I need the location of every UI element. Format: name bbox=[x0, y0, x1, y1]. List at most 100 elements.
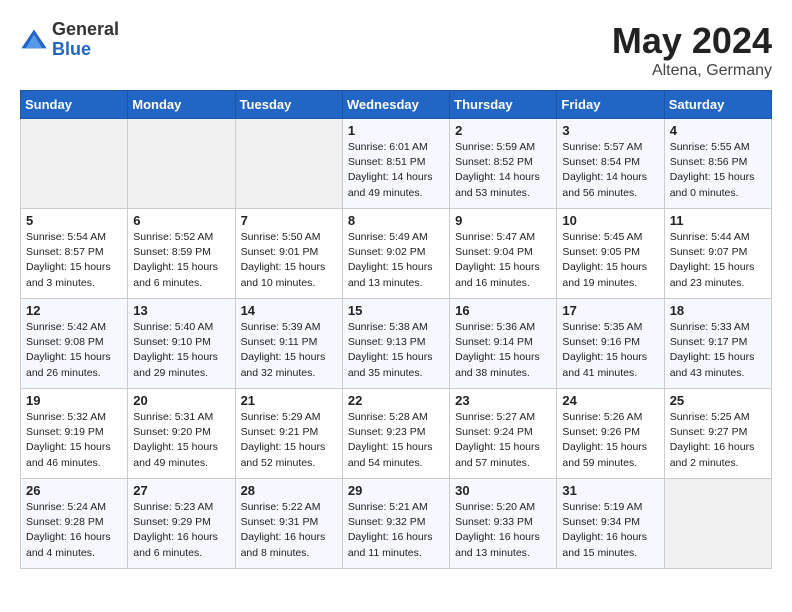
weekday-header: Friday bbox=[557, 91, 664, 119]
cell-info: Daylight: 15 hours bbox=[562, 440, 658, 455]
cell-info: Sunrise: 5:20 AM bbox=[455, 500, 551, 515]
cell-info: Sunset: 9:07 PM bbox=[670, 245, 766, 260]
calendar-cell: 4 Sunrise: 5:55 AMSunset: 8:56 PMDaylight… bbox=[664, 119, 771, 209]
logo-text: General Blue bbox=[52, 20, 119, 60]
cell-info: Daylight: 15 hours bbox=[26, 350, 122, 365]
cell-info: Sunrise: 5:38 AM bbox=[348, 320, 444, 335]
calendar-cell bbox=[235, 119, 342, 209]
calendar-cell: 21 Sunrise: 5:29 AMSunset: 9:21 PMDayligh… bbox=[235, 389, 342, 479]
cell-info: Sunrise: 5:29 AM bbox=[241, 410, 337, 425]
calendar-cell: 2Sunrise: 5:59 AMSunset: 8:52 PMDaylight… bbox=[450, 119, 557, 209]
calendar-cell: 25Sunrise: 5:25 AMSunset: 9:27 PMDayligh… bbox=[664, 389, 771, 479]
calendar-cell: 30Sunrise: 5:20 AMSunset: 9:33 PMDayligh… bbox=[450, 479, 557, 569]
cell-info: Daylight: 15 hours bbox=[133, 440, 229, 455]
cell-info: Sunrise: 5:26 AM bbox=[562, 410, 658, 425]
cell-info: Sunset: 9:16 PM bbox=[562, 335, 658, 350]
cell-info: Sunset: 8:59 PM bbox=[133, 245, 229, 260]
cell-info: and 49 minutes. bbox=[133, 456, 229, 471]
calendar-cell: 9Sunrise: 5:47 AMSunset: 9:04 PMDaylight… bbox=[450, 209, 557, 299]
calendar-cell bbox=[21, 119, 128, 209]
cell-info: and 23 minutes. bbox=[670, 276, 766, 291]
weekday-header: Tuesday bbox=[235, 91, 342, 119]
day-number: 3 bbox=[562, 123, 658, 138]
day-number: 31 bbox=[562, 483, 658, 498]
calendar-cell: 17Sunrise: 5:35 AMSunset: 9:16 PMDayligh… bbox=[557, 299, 664, 389]
cell-info: Daylight: 15 hours bbox=[241, 350, 337, 365]
calendar-cell: 27Sunrise: 5:23 AMSunset: 9:29 PMDayligh… bbox=[128, 479, 235, 569]
day-number: 17 bbox=[562, 303, 658, 318]
calendar-cell: 15Sunrise: 5:38 AMSunset: 9:13 PMDayligh… bbox=[342, 299, 449, 389]
cell-info: Daylight: 15 hours bbox=[670, 170, 766, 185]
cell-info: and 0 minutes. bbox=[670, 186, 766, 201]
day-number: 15 bbox=[348, 303, 444, 318]
cell-info: Sunset: 9:33 PM bbox=[455, 515, 551, 530]
cell-info: Daylight: 15 hours bbox=[348, 260, 444, 275]
cell-info: Sunset: 8:51 PM bbox=[348, 155, 444, 170]
header: General Blue May 2024 Altena, Germany bbox=[20, 20, 772, 80]
cell-info: and 8 minutes. bbox=[241, 546, 337, 561]
cell-info: and 43 minutes. bbox=[670, 366, 766, 381]
cell-info: and 38 minutes. bbox=[455, 366, 551, 381]
cell-info: Sunset: 9:05 PM bbox=[562, 245, 658, 260]
cell-info: Sunset: 9:27 PM bbox=[670, 425, 766, 440]
cell-info: and 54 minutes. bbox=[348, 456, 444, 471]
title-month: May 2024 bbox=[612, 20, 772, 62]
day-number: 13 bbox=[133, 303, 229, 318]
cell-info: Daylight: 15 hours bbox=[133, 350, 229, 365]
day-number: 8 bbox=[348, 213, 444, 228]
day-number: 29 bbox=[348, 483, 444, 498]
day-number: 11 bbox=[670, 213, 766, 228]
cell-info: Daylight: 16 hours bbox=[562, 530, 658, 545]
cell-info: Sunrise: 5:35 AM bbox=[562, 320, 658, 335]
calendar-week-row: 19Sunrise: 5:32 AMSunset: 9:19 PMDayligh… bbox=[21, 389, 772, 479]
cell-info: Sunset: 9:11 PM bbox=[241, 335, 337, 350]
cell-info: Sunrise: 5:40 AM bbox=[133, 320, 229, 335]
cell-info: Sunset: 8:54 PM bbox=[562, 155, 658, 170]
cell-info: Daylight: 16 hours bbox=[455, 530, 551, 545]
cell-info: Sunrise: 6:01 AM bbox=[348, 140, 444, 155]
cell-info: Sunrise: 5:44 AM bbox=[670, 230, 766, 245]
cell-info: Daylight: 16 hours bbox=[26, 530, 122, 545]
calendar-cell: 26Sunrise: 5:24 AMSunset: 9:28 PMDayligh… bbox=[21, 479, 128, 569]
cell-info: Sunset: 9:29 PM bbox=[133, 515, 229, 530]
cell-info: Sunset: 9:20 PM bbox=[133, 425, 229, 440]
cell-info: Sunset: 9:26 PM bbox=[562, 425, 658, 440]
day-number: 28 bbox=[241, 483, 337, 498]
calendar-cell: 18Sunrise: 5:33 AMSunset: 9:17 PMDayligh… bbox=[664, 299, 771, 389]
cell-info: Sunset: 8:52 PM bbox=[455, 155, 551, 170]
day-number: 20 bbox=[133, 393, 229, 408]
day-number: 9 bbox=[455, 213, 551, 228]
cell-info: Sunrise: 5:55 AM bbox=[670, 140, 766, 155]
calendar-cell: 16Sunrise: 5:36 AMSunset: 9:14 PMDayligh… bbox=[450, 299, 557, 389]
cell-info: Daylight: 15 hours bbox=[562, 260, 658, 275]
cell-info: Sunset: 8:56 PM bbox=[670, 155, 766, 170]
cell-info: and 13 minutes. bbox=[348, 276, 444, 291]
cell-info: Daylight: 15 hours bbox=[241, 440, 337, 455]
day-number: 14 bbox=[241, 303, 337, 318]
calendar-cell: 8Sunrise: 5:49 AMSunset: 9:02 PMDaylight… bbox=[342, 209, 449, 299]
cell-info: Daylight: 14 hours bbox=[455, 170, 551, 185]
cell-info: Sunrise: 5:27 AM bbox=[455, 410, 551, 425]
cell-info: and 35 minutes. bbox=[348, 366, 444, 381]
cell-info: Daylight: 15 hours bbox=[455, 440, 551, 455]
day-number: 4 bbox=[670, 123, 766, 138]
logo-blue-text: Blue bbox=[52, 40, 119, 60]
weekday-header: Thursday bbox=[450, 91, 557, 119]
day-number: 18 bbox=[670, 303, 766, 318]
weekday-header-row: SundayMondayTuesdayWednesdayThursdayFrid… bbox=[21, 91, 772, 119]
cell-info: Sunset: 9:21 PM bbox=[241, 425, 337, 440]
calendar-cell: 10Sunrise: 5:45 AMSunset: 9:05 PMDayligh… bbox=[557, 209, 664, 299]
calendar-cell: 13Sunrise: 5:40 AMSunset: 9:10 PMDayligh… bbox=[128, 299, 235, 389]
cell-info: Daylight: 16 hours bbox=[133, 530, 229, 545]
logo-general-text: General bbox=[52, 20, 119, 40]
cell-info: and 13 minutes. bbox=[455, 546, 551, 561]
calendar-cell: 29Sunrise: 5:21 AMSunset: 9:32 PMDayligh… bbox=[342, 479, 449, 569]
day-number: 21 bbox=[241, 393, 337, 408]
cell-info: and 6 minutes. bbox=[133, 546, 229, 561]
cell-info: Sunrise: 5:59 AM bbox=[455, 140, 551, 155]
calendar-cell bbox=[664, 479, 771, 569]
calendar-cell: 7Sunrise: 5:50 AMSunset: 9:01 PMDaylight… bbox=[235, 209, 342, 299]
calendar-cell: 24Sunrise: 5:26 AMSunset: 9:26 PMDayligh… bbox=[557, 389, 664, 479]
cell-info: Daylight: 15 hours bbox=[348, 350, 444, 365]
cell-info: and 2 minutes. bbox=[670, 456, 766, 471]
